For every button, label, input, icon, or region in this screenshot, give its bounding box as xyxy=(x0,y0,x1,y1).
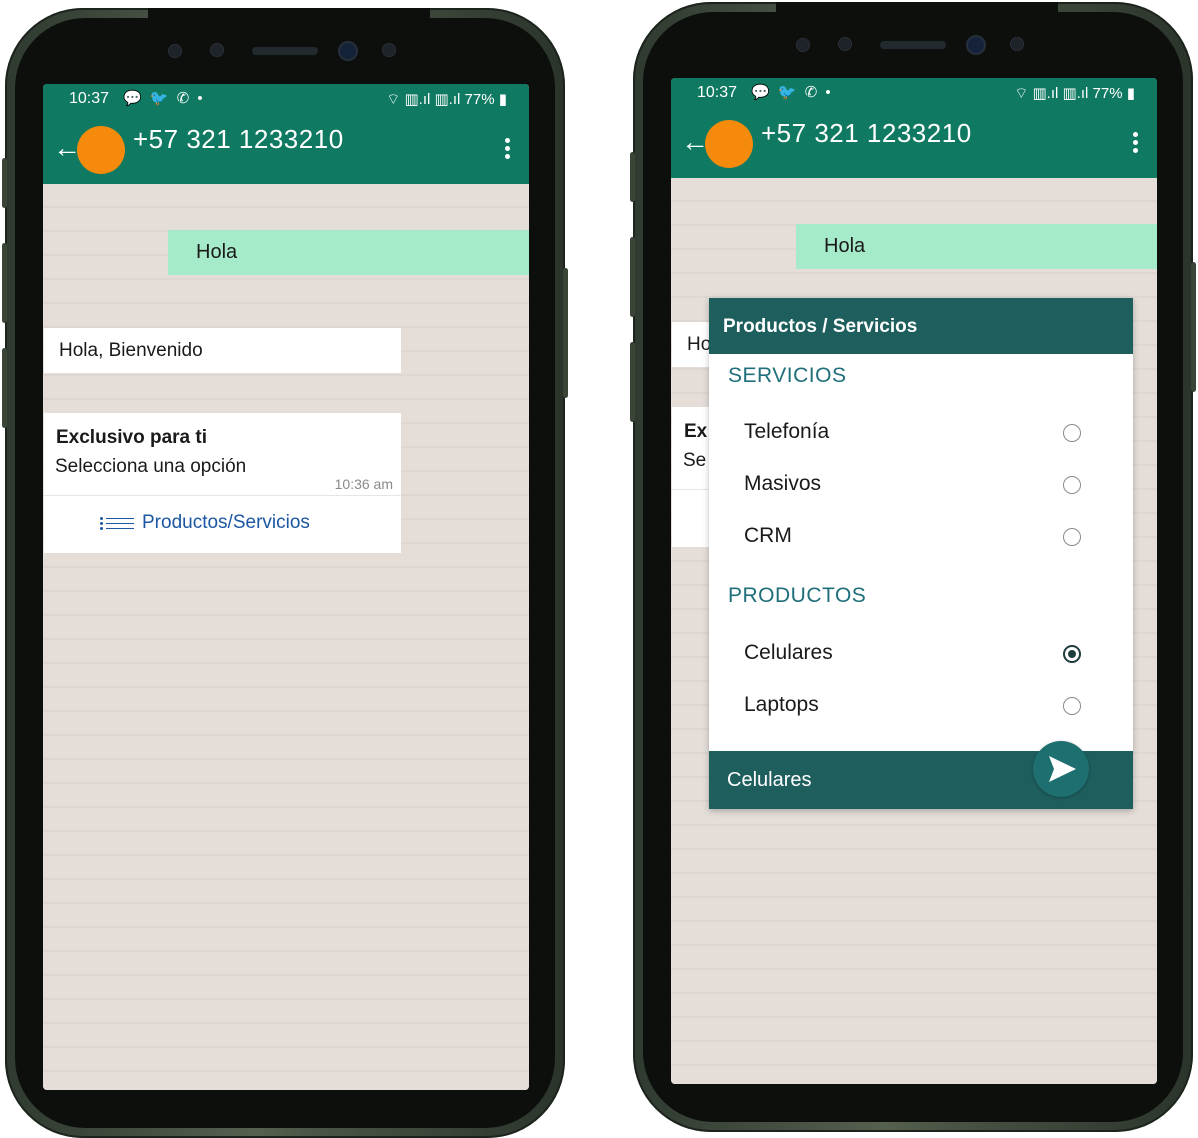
status-bar: 10:37 💬 🐦 ✆ • ⌔ ▥.ıl ▥.ıl 77% ▮ xyxy=(671,78,1157,108)
divider xyxy=(44,495,401,496)
option-label: CRM xyxy=(744,524,792,547)
volume-down-button xyxy=(630,342,635,422)
send-icon xyxy=(1049,756,1076,782)
sheet-title: Productos / Servicios xyxy=(723,316,918,337)
option-label: Celulares xyxy=(744,641,833,664)
message-text: Hola xyxy=(824,235,866,257)
option-label: Masivos xyxy=(744,472,822,495)
section-title-servicios: SERVICIOS xyxy=(728,364,847,387)
front-camera xyxy=(966,35,986,55)
radio-button[interactable] xyxy=(1063,424,1081,442)
notch xyxy=(148,8,430,80)
status-right: ⌔ ▥.ıl ▥.ıl 77% ▮ xyxy=(1014,84,1135,103)
status-time: 10:37 xyxy=(69,90,110,107)
option-row[interactable]: Masivos xyxy=(709,460,1133,508)
signal-icon: ⌔ ▥.ıl ▥.ıl xyxy=(1014,85,1089,102)
chat-header: ← +57 321 1233210 xyxy=(43,114,529,184)
outgoing-message: Hola xyxy=(796,224,1157,269)
sensor xyxy=(382,43,396,57)
more-options-icon[interactable] xyxy=(505,138,511,162)
status-time: 10:37 xyxy=(697,84,738,101)
power-button xyxy=(1191,262,1196,392)
notch xyxy=(776,2,1058,74)
section-title-productos: PRODUCTOS xyxy=(728,584,867,607)
battery-level: 77% xyxy=(464,91,495,108)
incoming-message: Hola, Bienvenido xyxy=(44,328,401,373)
volume-up-button xyxy=(630,237,635,317)
message-text: Hola, Bienvenido xyxy=(59,340,203,361)
more-options-icon[interactable] xyxy=(1133,132,1139,156)
phone-left: 10:37 💬 🐦 ✆ • ⌔ ▥.ıl ▥.ıl 77% ▮ ← +57 32… xyxy=(2,8,568,1138)
front-camera xyxy=(338,41,358,61)
radio-button-selected[interactable] xyxy=(1063,645,1081,663)
selected-value: Celulares xyxy=(727,769,812,791)
status-right: ⌔ ▥.ıl ▥.ıl 77% ▮ xyxy=(386,90,507,109)
avatar[interactable] xyxy=(705,120,753,168)
list-button-label: Productos/Servicios xyxy=(142,512,310,533)
notification-icons: 💬 🐦 ✆ • xyxy=(751,84,833,101)
option-label: Laptops xyxy=(744,693,819,716)
radio-button[interactable] xyxy=(1063,528,1081,546)
card-title: Ex xyxy=(684,421,708,442)
notification-icons: 💬 🐦 ✆ • xyxy=(123,90,205,107)
chat-header: ← +57 321 1233210 xyxy=(671,108,1157,178)
outgoing-message: Hola xyxy=(168,230,529,275)
card-title: Exclusivo para ti xyxy=(56,427,208,448)
side-button xyxy=(2,158,7,208)
send-button[interactable] xyxy=(1033,741,1089,797)
message-time: 10:36 am xyxy=(334,476,393,492)
card-body: Se xyxy=(683,450,707,471)
earpiece-speaker xyxy=(880,41,946,49)
option-row[interactable]: Celulares xyxy=(709,629,1133,677)
radio-button[interactable] xyxy=(1063,697,1081,715)
status-bar: 10:37 💬 🐦 ✆ • ⌔ ▥.ıl ▥.ıl 77% ▮ xyxy=(43,84,529,114)
signal-icon: ⌔ ▥.ıl ▥.ıl xyxy=(386,91,461,108)
list-selection-sheet: Productos / Servicios SERVICIOS Telefoní… xyxy=(709,298,1133,809)
sensor xyxy=(168,44,182,58)
sensor xyxy=(210,43,224,57)
sensor xyxy=(796,38,810,52)
sensor xyxy=(1010,37,1024,51)
option-row[interactable]: CRM xyxy=(709,512,1133,560)
message-text: Ho xyxy=(687,334,712,355)
battery-level: 77% xyxy=(1092,85,1123,102)
sensor xyxy=(838,37,852,51)
avatar[interactable] xyxy=(77,126,125,174)
contact-name[interactable]: +57 321 1233210 xyxy=(133,124,344,155)
option-label: Telefonía xyxy=(744,420,830,443)
volume-down-button xyxy=(2,348,7,428)
option-row[interactable]: Telefonía xyxy=(709,408,1133,456)
contact-name[interactable]: +57 321 1233210 xyxy=(761,118,972,149)
interactive-list-message: Exclusivo para ti Selecciona una opción … xyxy=(44,413,401,553)
battery-icon: ▮ xyxy=(498,91,507,108)
side-button xyxy=(630,152,635,202)
list-menu-button[interactable]: Productos/Servicios xyxy=(100,512,310,534)
chat-background xyxy=(43,184,529,1090)
screen: 10:37 💬 🐦 ✆ • ⌔ ▥.ıl ▥.ıl 77% ▮ ← +57 32… xyxy=(671,78,1157,1084)
option-row[interactable]: Laptops xyxy=(709,681,1133,729)
volume-up-button xyxy=(2,243,7,323)
list-icon xyxy=(100,516,134,530)
message-text: Hola xyxy=(196,241,238,263)
card-body: Selecciona una opción xyxy=(55,456,247,477)
screen: 10:37 💬 🐦 ✆ • ⌔ ▥.ıl ▥.ıl 77% ▮ ← +57 32… xyxy=(43,84,529,1090)
power-button xyxy=(563,268,568,398)
earpiece-speaker xyxy=(252,47,318,55)
sheet-header: Productos / Servicios xyxy=(709,298,1133,354)
phone-right: 10:37 💬 🐦 ✆ • ⌔ ▥.ıl ▥.ıl 77% ▮ ← +57 32… xyxy=(630,2,1196,1132)
radio-button[interactable] xyxy=(1063,476,1081,494)
battery-icon: ▮ xyxy=(1126,85,1135,102)
